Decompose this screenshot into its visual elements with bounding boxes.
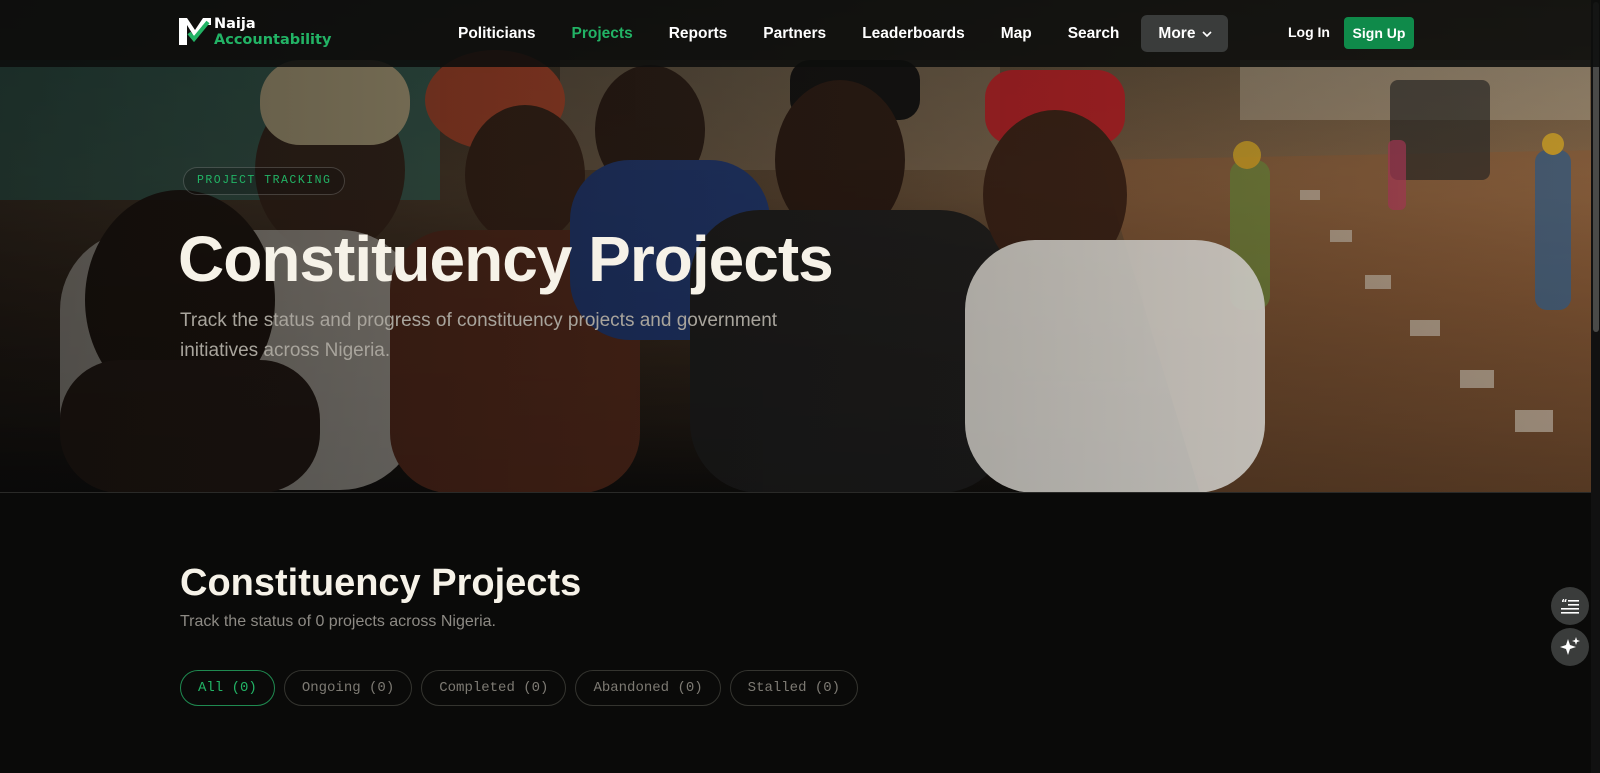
- nav-link-search[interactable]: Search: [1050, 15, 1138, 52]
- nav-link-leaderboards[interactable]: Leaderboards: [844, 15, 983, 52]
- filter-chip-abandoned[interactable]: Abandoned (0): [575, 670, 721, 706]
- nav-link-projects[interactable]: Projects: [554, 15, 651, 52]
- nav-link-reports[interactable]: Reports: [651, 15, 746, 52]
- nav-link-partners[interactable]: Partners: [745, 15, 844, 52]
- brand-logo[interactable]: Naija Accountability: [178, 16, 331, 48]
- quote-list-icon: “: [1561, 598, 1579, 614]
- filter-chip-completed[interactable]: Completed (0): [421, 670, 567, 706]
- nav-link-map[interactable]: Map: [983, 15, 1050, 52]
- more-label: More: [1158, 25, 1196, 42]
- quote-list-button[interactable]: “: [1551, 587, 1589, 625]
- nav-links: Politicians Projects Reports Partners Le…: [440, 15, 1229, 52]
- filter-chip-ongoing[interactable]: Ongoing (0): [283, 670, 413, 706]
- filter-chip-all[interactable]: All (0): [180, 670, 275, 706]
- status-filter-bar: All (0) Ongoing (0) Completed (0) Abando…: [180, 670, 859, 706]
- filter-chip-stalled[interactable]: Stalled (0): [729, 670, 859, 706]
- section-subtitle: Track the status of 0 projects across Ni…: [180, 613, 496, 630]
- nav-link-politicians[interactable]: Politicians: [440, 15, 554, 52]
- ai-assistant-button[interactable]: [1551, 628, 1589, 666]
- hero-title: Constituency Projects: [178, 223, 834, 295]
- top-navigation: Naija Accountability Politicians Project…: [0, 0, 1600, 67]
- signup-button[interactable]: Sign Up: [1344, 17, 1414, 49]
- brand-name-line2: Accountability: [214, 32, 332, 48]
- logo-mark-icon: [179, 18, 211, 45]
- svg-text:“: “: [1561, 598, 1568, 609]
- sparkle-icon: [1560, 637, 1580, 655]
- brand-name: Naija Accountability: [214, 16, 331, 48]
- hero-subtitle: Track the status and progress of constit…: [180, 310, 778, 361]
- login-link[interactable]: Log In: [1288, 24, 1330, 40]
- more-dropdown-button[interactable]: More: [1141, 15, 1229, 52]
- chevron-down-icon: [1202, 30, 1213, 37]
- section-title: Constituency Projects: [180, 562, 582, 604]
- brand-name-line1: Naija: [214, 16, 256, 32]
- hero-section: PROJECT TRACKING Constituency Projects T…: [0, 0, 1600, 493]
- hero-badge: PROJECT TRACKING: [183, 167, 346, 195]
- hero-divider: [0, 492, 1600, 493]
